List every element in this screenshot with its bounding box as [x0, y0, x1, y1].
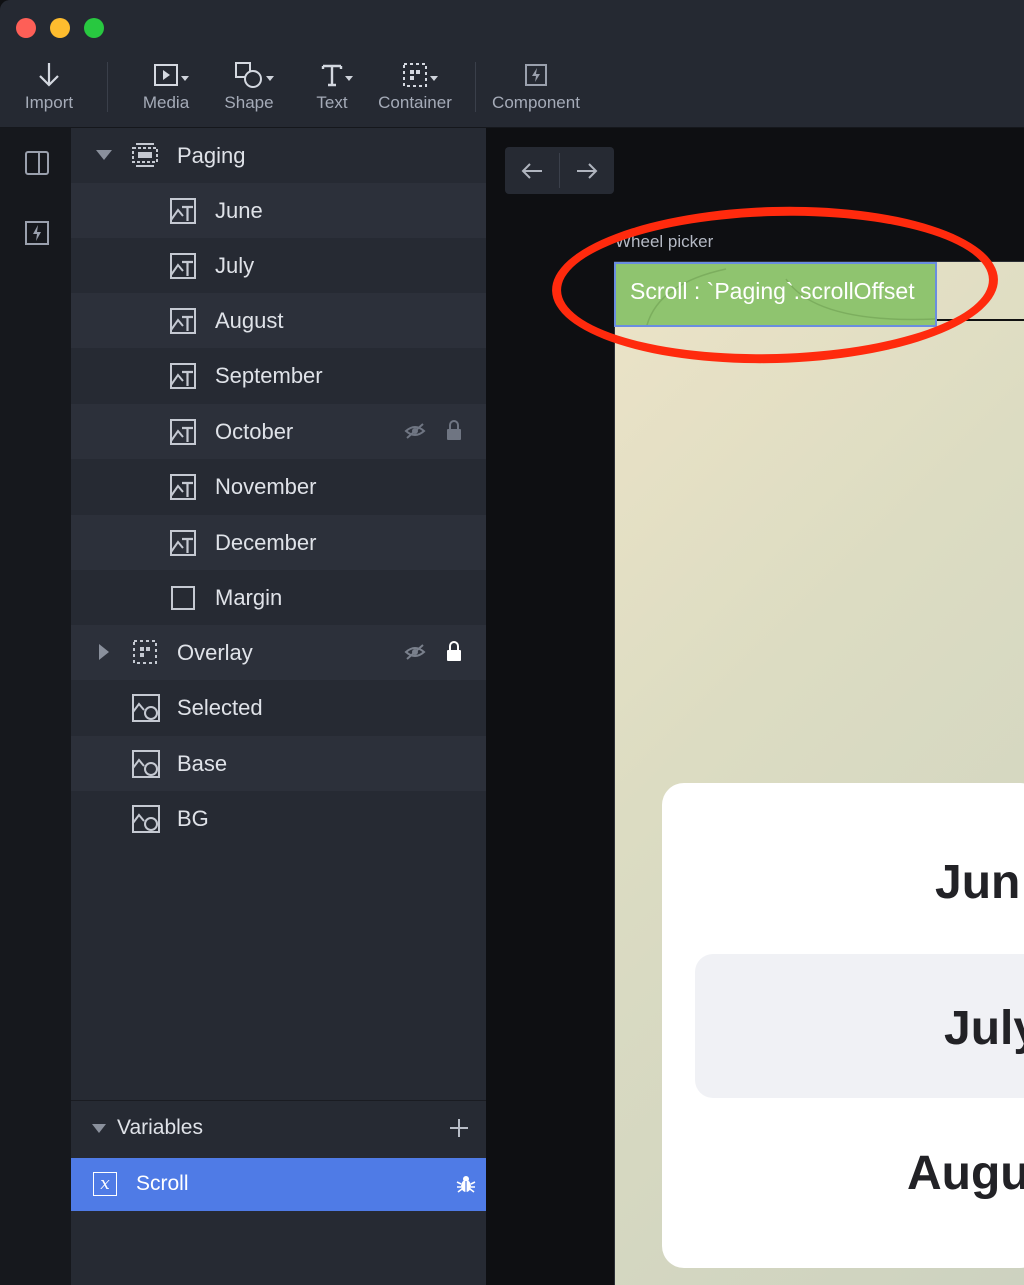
add-variable-button[interactable]	[449, 1118, 469, 1138]
media-icon	[153, 58, 189, 92]
layer-row-november[interactable]: November	[71, 459, 486, 514]
canvas-area[interactable]: Wheel picker Jun July Augu Scroll : `Pag…	[486, 128, 1024, 1285]
artboard-divider-line	[936, 319, 1024, 321]
layer-row-october[interactable]: October	[71, 404, 486, 459]
layer-label: Paging	[177, 142, 246, 168]
layer-row-overlay[interactable]: Overlay	[71, 625, 486, 680]
import-label: Import	[24, 93, 74, 112]
container-icon	[402, 58, 438, 92]
toolbar: Import Media Shape Text Container Compon…	[0, 0, 1024, 128]
text-button[interactable]: Text	[312, 58, 353, 118]
component-label: Component	[492, 93, 580, 112]
visibility-hidden-icon[interactable]	[404, 422, 426, 440]
layer-label: August	[215, 307, 284, 333]
shape-button[interactable]: Shape	[223, 58, 275, 118]
chevron-down-icon	[181, 76, 189, 81]
arrow-left-icon	[521, 162, 542, 179]
back-button[interactable]	[505, 147, 559, 194]
image-text-icon	[170, 198, 196, 224]
variable-label: Scroll	[136, 1172, 189, 1195]
close-window-button[interactable]	[16, 18, 36, 38]
layer-row-bg[interactable]: BG	[71, 791, 486, 846]
container-icon	[132, 142, 158, 168]
text-tool-icon	[321, 58, 353, 92]
import-button[interactable]: Import	[22, 58, 76, 118]
layer-row-july[interactable]: July	[71, 238, 486, 293]
zoom-window-button[interactable]	[84, 18, 104, 38]
disclosure-down-icon[interactable]	[96, 150, 112, 160]
layer-row-paging[interactable]: Paging	[71, 128, 486, 183]
container-button[interactable]: Container	[378, 58, 452, 118]
chevron-down-icon	[266, 76, 274, 81]
lock-icon[interactable]	[446, 640, 462, 662]
image-shape-icon	[132, 805, 160, 833]
minimize-window-button[interactable]	[50, 18, 70, 38]
variables-header[interactable]: Variables	[71, 1100, 486, 1154]
media-button[interactable]: Media	[140, 58, 192, 118]
image-text-icon	[170, 253, 196, 279]
layers-panel: Paging June July August September Octobe…	[71, 128, 486, 1285]
layer-row-selected[interactable]: Selected	[71, 680, 486, 735]
rectangle-icon	[171, 586, 197, 612]
variable-binding-text: Scroll : `Paging`.scrollOffset	[630, 278, 915, 304]
layer-row-margin[interactable]: Margin	[71, 570, 486, 625]
layer-label: December	[215, 529, 317, 555]
month-label-june: Jun	[935, 856, 1021, 909]
app-window: Import Media Shape Text Container Compon…	[0, 0, 1024, 1285]
variables-label: Variables	[117, 1115, 203, 1139]
left-icon-rail	[0, 128, 71, 1285]
scroll-variable-badge[interactable]: Scroll : `Paging`.scrollOffset	[614, 262, 937, 327]
layer-label: November	[215, 473, 317, 499]
image-shape-icon	[132, 694, 160, 722]
month-label-august: Augu	[907, 1147, 1024, 1200]
layer-row-august[interactable]: August	[71, 293, 486, 348]
arrow-right-icon	[577, 162, 598, 179]
layer-row-base[interactable]: Base	[71, 736, 486, 791]
layer-row-december[interactable]: December	[71, 515, 486, 570]
layer-label: Margin	[215, 584, 283, 610]
forward-button[interactable]	[560, 147, 614, 194]
component-button[interactable]: Component	[491, 58, 581, 118]
panel-toggle-icon[interactable]	[24, 150, 50, 176]
layer-label: Selected	[177, 694, 263, 720]
disclosure-right-icon[interactable]	[99, 644, 109, 660]
variable-row-scroll[interactable]: x Scroll	[71, 1158, 486, 1211]
component-bolt-icon[interactable]	[24, 220, 50, 246]
chevron-down-icon	[430, 76, 438, 81]
layer-label: July	[215, 252, 255, 278]
layer-label: October	[215, 418, 294, 444]
component-bolt-icon	[524, 58, 548, 92]
visibility-hidden-icon[interactable]	[404, 643, 426, 661]
disclosure-down-icon[interactable]	[92, 1124, 106, 1133]
container-icon	[132, 639, 158, 665]
toolbar-divider	[475, 62, 476, 112]
layer-label: Base	[177, 750, 228, 776]
text-label: Text	[316, 93, 348, 112]
month-label-july: July	[944, 1002, 1024, 1055]
container-label: Container	[378, 93, 452, 112]
debug-bug-icon[interactable]	[456, 1174, 476, 1194]
layer-label: Overlay	[177, 639, 253, 665]
image-text-icon	[170, 530, 196, 556]
media-label: Media	[142, 93, 190, 112]
layer-row-june[interactable]: June	[71, 183, 486, 238]
image-text-icon	[170, 308, 196, 334]
shape-icon	[234, 58, 274, 92]
history-nav	[505, 147, 614, 194]
image-text-icon	[170, 474, 196, 500]
layer-row-september[interactable]: September	[71, 348, 486, 403]
lock-icon[interactable]	[446, 419, 462, 441]
variable-x-icon: x	[93, 1172, 117, 1196]
image-text-icon	[170, 419, 196, 445]
arrow-down-icon	[37, 58, 61, 92]
chevron-down-icon	[345, 76, 353, 81]
layer-label: September	[215, 362, 323, 388]
frame-title[interactable]: Wheel picker	[615, 232, 713, 252]
toolbar-divider	[107, 62, 108, 112]
image-text-icon	[170, 363, 196, 389]
image-shape-icon	[132, 750, 160, 778]
layer-label: BG	[177, 805, 209, 831]
shape-label: Shape	[224, 93, 274, 112]
layer-label: June	[215, 197, 263, 223]
